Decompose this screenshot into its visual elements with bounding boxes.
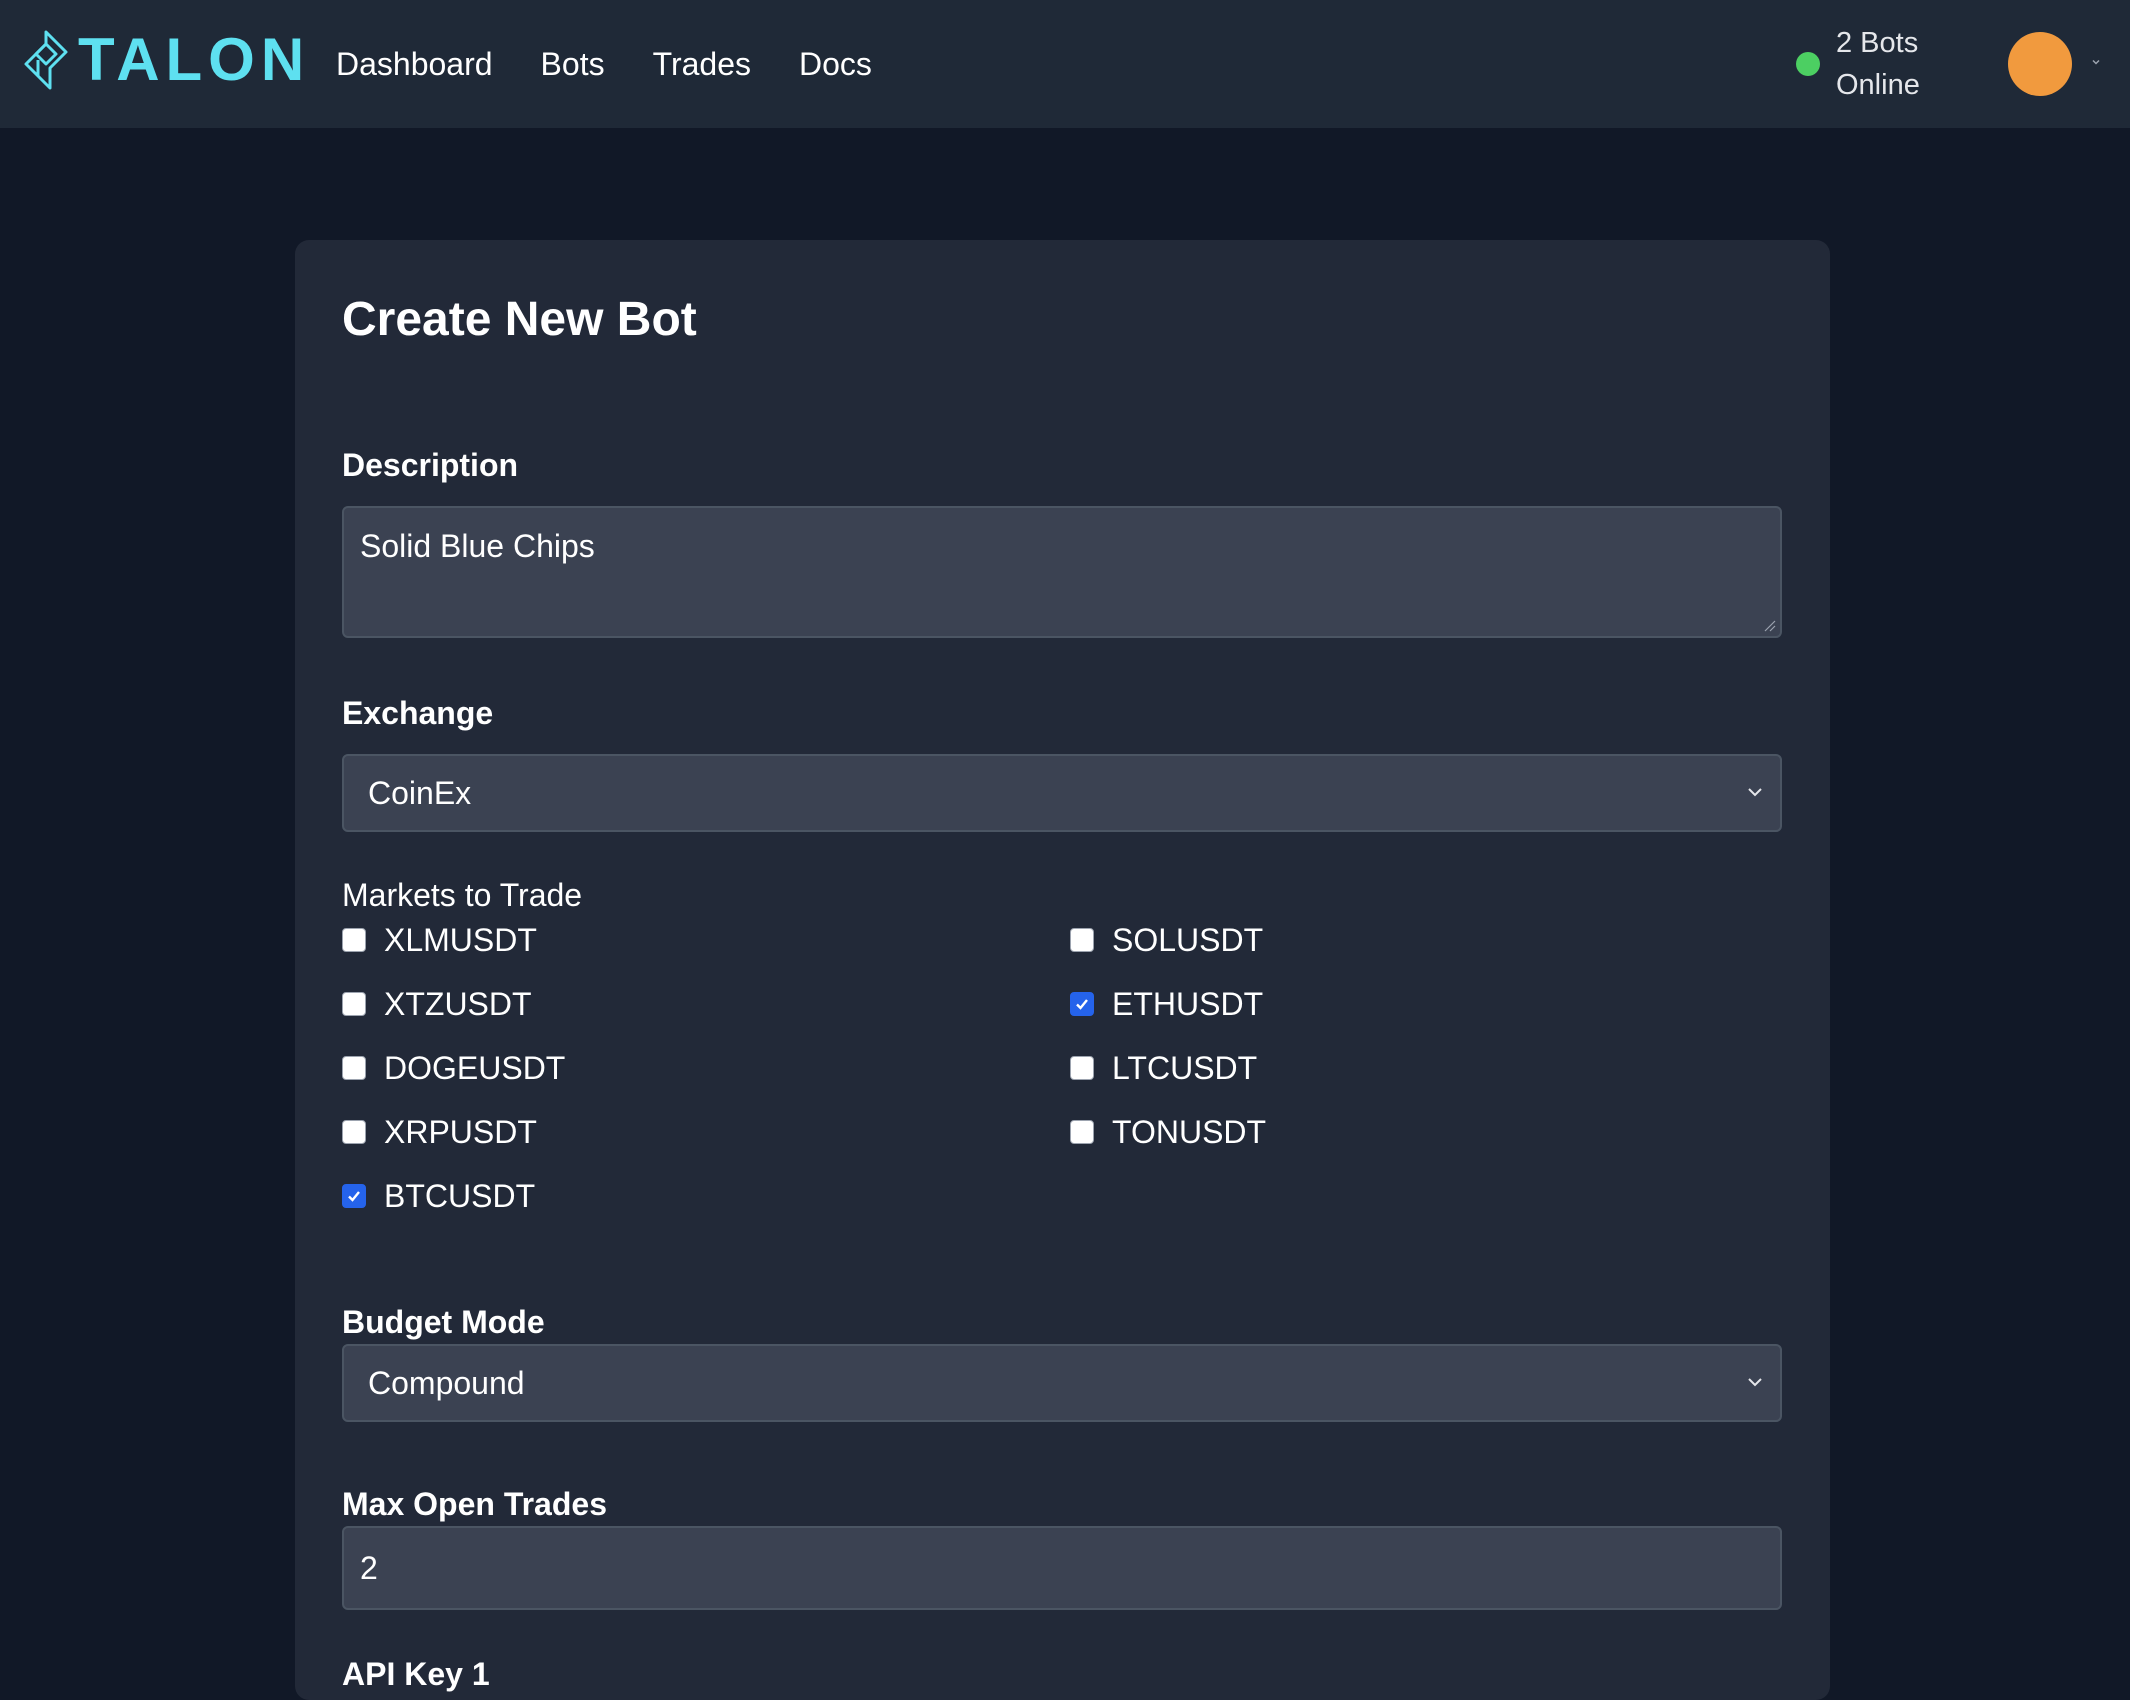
max-open-trades-value: 2 [360,1549,378,1586]
status-text: 2 Bots Online [1836,22,1946,106]
brand-name: TALON [78,26,311,93]
markets-label: Markets to Trade [342,877,583,913]
market-label: DOGEUSDT [384,1050,566,1086]
top-navigation-bar: TALON Dashboard Bots Trades Docs 2 Bots … [0,0,2130,128]
checkmark-icon [348,1191,360,1202]
market-option-xrpusdt[interactable]: XRPUSDT [342,1112,537,1152]
brand[interactable]: TALON [20,28,310,92]
create-bot-card: Create New Bot Description Solid Blue Ch… [295,240,1830,1700]
chevron-down-icon [1748,1378,1762,1387]
market-option-ethusdt[interactable]: ETHUSDT [1070,984,1263,1024]
create-bot-form: Create New Bot Description Solid Blue Ch… [342,290,1782,1692]
market-option-tonusdt[interactable]: TONUSDT [1070,1112,1266,1152]
market-label: LTCUSDT [1112,1050,1258,1086]
api-key-1-label: API Key 1 [342,1656,490,1692]
budget-mode-select[interactable]: Compound [342,1344,1782,1422]
market-label: BTCUSDT [384,1178,536,1214]
checkbox[interactable] [342,992,366,1016]
market-option-dogeusdt[interactable]: DOGEUSDT [342,1048,565,1088]
market-option-xlmusdt[interactable]: XLMUSDT [342,920,537,960]
nav-trades[interactable]: Trades [653,40,751,88]
checkmark-icon [1076,999,1088,1010]
nav-dashboard[interactable]: Dashboard [336,40,493,88]
budget-mode-selected-value: Compound [368,1364,525,1401]
checkbox[interactable] [1070,928,1094,952]
market-option-ltcusdt[interactable]: LTCUSDT [1070,1048,1257,1088]
exchange-selected-value: CoinEx [368,774,472,811]
market-option-solusdt[interactable]: SOLUSDT [1070,920,1263,960]
checkbox[interactable] [342,1056,366,1080]
market-label: ETHUSDT [1112,986,1264,1022]
user-avatar[interactable] [2008,32,2072,96]
talon-logo-icon [24,30,68,90]
description-label: Description [342,447,519,483]
checkbox[interactable] [1070,1120,1094,1144]
max-open-trades-input[interactable]: 2 [342,1526,1782,1610]
checkbox-checked[interactable] [1070,992,1094,1016]
market-label: SOLUSDT [1112,922,1264,958]
online-status-dot-icon [1796,52,1820,76]
nav-docs[interactable]: Docs [799,40,872,88]
main-nav: Dashboard Bots Trades Docs [336,40,872,88]
exchange-select[interactable]: CoinEx [342,754,1782,832]
market-label: XTZUSDT [384,986,532,1022]
nav-bots[interactable]: Bots [541,40,605,88]
status-count: 2 Bots [1836,27,1919,59]
market-label: XRPUSDT [384,1114,537,1150]
market-option-btcusdt[interactable]: BTCUSDT [342,1176,535,1216]
chevron-down-icon[interactable] [2090,56,2102,68]
budget-mode-label: Budget Mode [342,1304,545,1340]
market-label: TONUSDT [1112,1114,1267,1150]
chevron-down-icon [1748,788,1762,797]
market-option-xtzusdt[interactable]: XTZUSDT [342,984,532,1024]
description-value: Solid Blue Chips [360,528,595,564]
checkbox-checked[interactable] [342,1184,366,1208]
checkbox[interactable] [342,928,366,952]
exchange-label: Exchange [342,695,494,731]
resize-grip-icon[interactable] [1762,618,1776,632]
checkbox[interactable] [1070,1056,1094,1080]
status-label: Online [1836,69,1920,101]
checkbox[interactable] [342,1120,366,1144]
max-open-trades-label: Max Open Trades [342,1486,607,1522]
market-label: XLMUSDT [384,922,537,958]
page-title: Create New Bot [342,293,697,346]
bots-online-status: 2 Bots Online [1796,22,1946,106]
description-textarea[interactable]: Solid Blue Chips [342,506,1782,638]
